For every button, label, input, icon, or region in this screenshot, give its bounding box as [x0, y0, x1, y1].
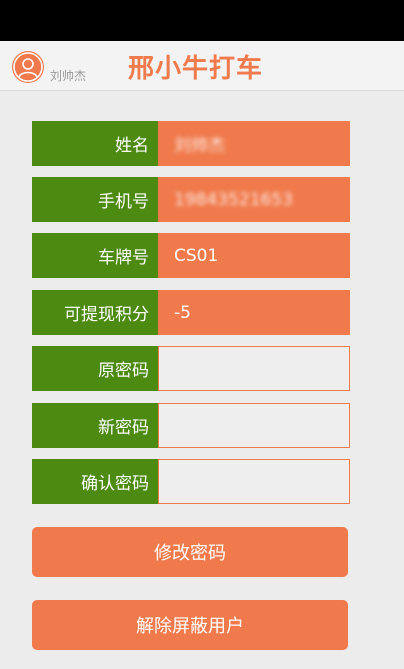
name-value: 刘帅杰 — [158, 121, 350, 166]
plate-label: 车牌号 — [32, 233, 158, 278]
phone-row: 手机号 19843521653 — [32, 177, 350, 222]
phone-value: 19843521653 — [158, 177, 350, 222]
status-bar — [0, 0, 404, 41]
app-header: 刘帅杰 邢小牛打车 — [0, 41, 404, 91]
points-label: 可提现积分 — [32, 290, 158, 335]
old-password-input[interactable] — [158, 346, 350, 391]
change-password-button[interactable]: 修改密码 — [32, 527, 348, 577]
points-row: 可提现积分 -5 — [32, 290, 350, 335]
name-value-text: 刘帅杰 — [174, 136, 225, 156]
confirm-password-row: 确认密码 — [32, 459, 350, 504]
unblock-user-button[interactable]: 解除屏蔽用户 — [32, 600, 348, 650]
new-password-label: 新密码 — [32, 403, 158, 448]
new-password-input[interactable] — [158, 403, 350, 448]
plate-value: CS01 — [158, 233, 350, 278]
phone-label: 手机号 — [32, 177, 158, 222]
name-label: 姓名 — [32, 121, 158, 166]
confirm-password-label: 确认密码 — [32, 459, 158, 504]
points-value: -5 — [158, 290, 350, 335]
plate-row: 车牌号 CS01 — [32, 233, 350, 278]
old-password-row: 原密码 — [32, 346, 350, 391]
phone-value-text: 19843521653 — [174, 189, 293, 210]
app-title: 邢小牛打车 — [128, 54, 264, 84]
user-avatar-icon[interactable] — [12, 51, 44, 83]
user-name: 刘帅杰 — [50, 69, 87, 83]
confirm-password-input[interactable] — [158, 459, 350, 504]
name-row: 姓名 刘帅杰 — [32, 121, 350, 166]
old-password-label: 原密码 — [32, 346, 158, 391]
new-password-row: 新密码 — [32, 403, 350, 448]
